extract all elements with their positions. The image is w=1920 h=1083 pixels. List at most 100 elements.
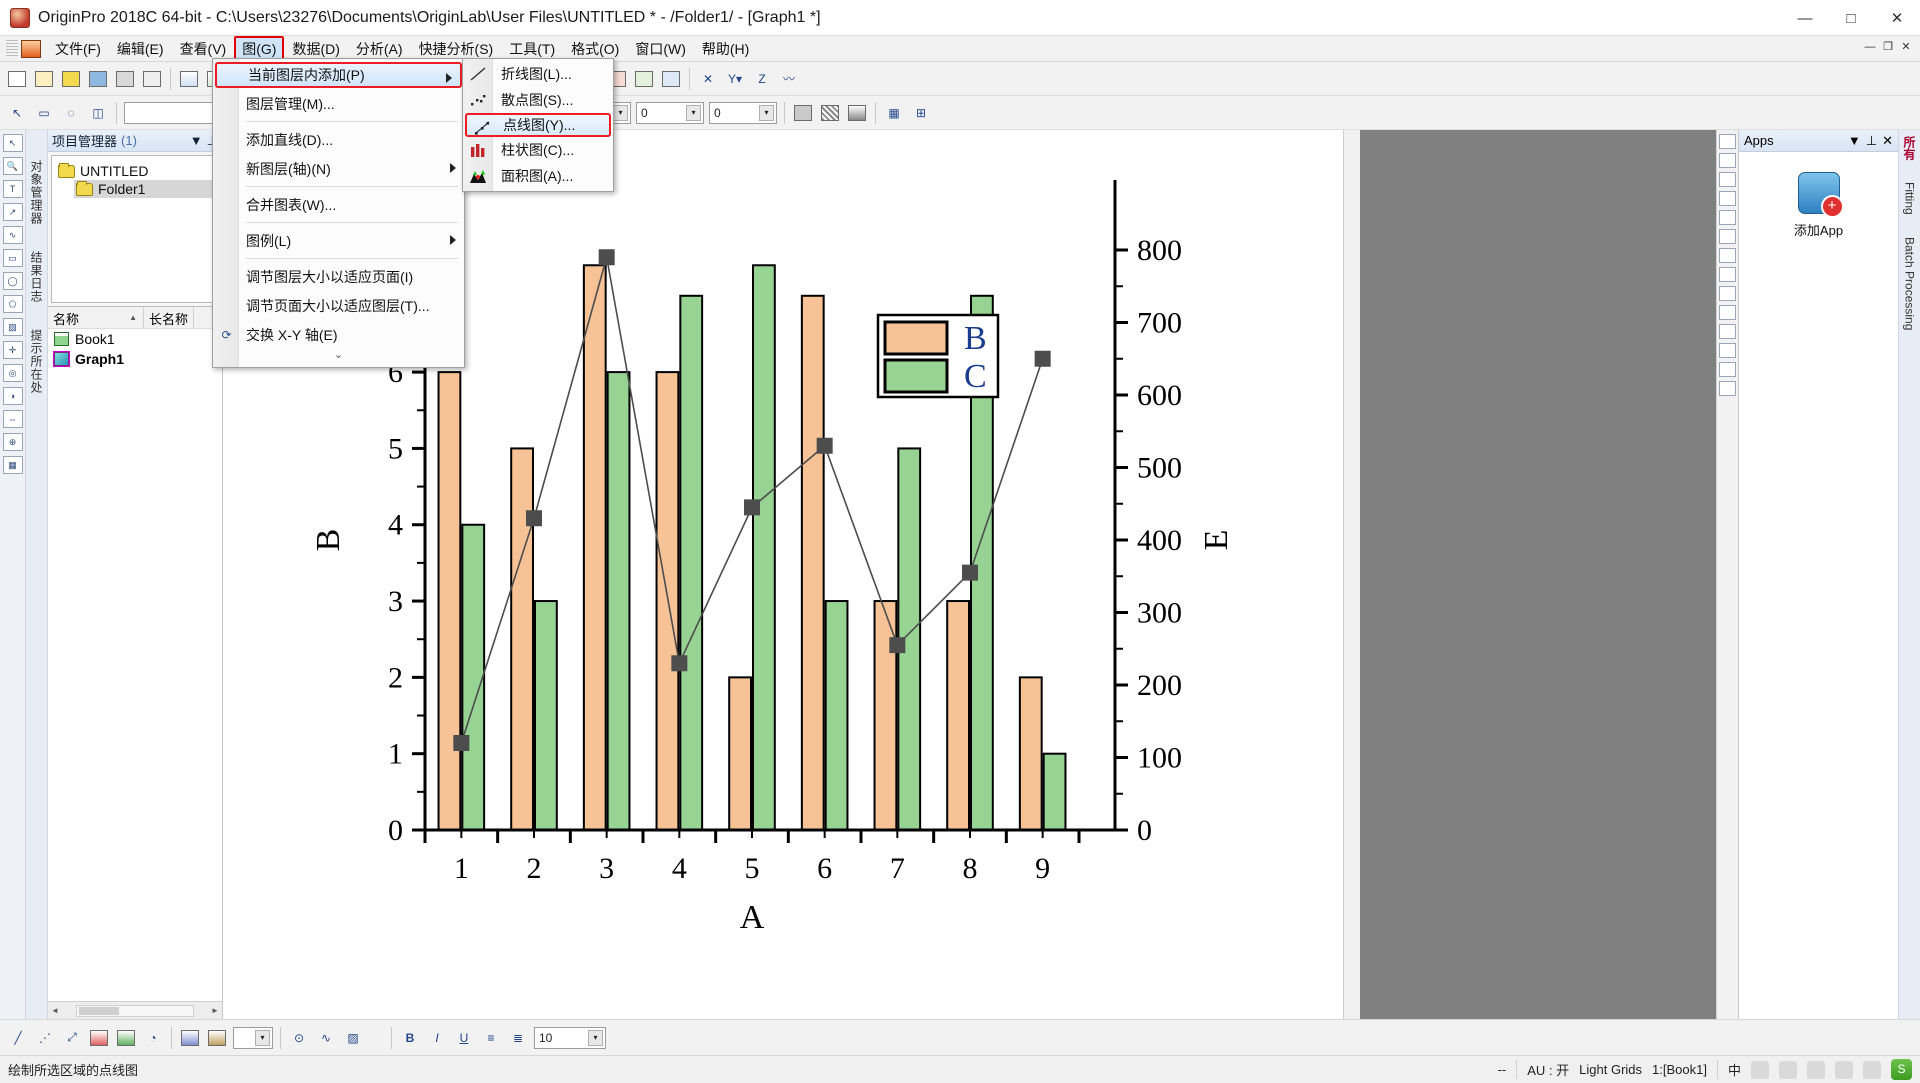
graph-menu-dropdown[interactable]: 当前图层内添加(P) 图层管理(M)... 添加直线(D)... 新图层(轴)(N) 合… (212, 58, 465, 368)
symbol-size-combo[interactable]: 0 ▾ (709, 101, 777, 124)
graph-vertical-scrollbar[interactable] (1343, 130, 1360, 1019)
pointer-tool-icon[interactable]: ↖ (4, 100, 30, 126)
line-symbol-tool-icon[interactable]: ⤢ (59, 1025, 85, 1051)
y-function-icon[interactable]: Y▾ (722, 66, 748, 92)
add-app-icon[interactable] (1797, 172, 1844, 218)
import-wizard-icon[interactable] (176, 66, 202, 92)
mask-icon[interactable]: ✕ (695, 66, 721, 92)
circle-rail-icon[interactable]: ◯ (2, 272, 23, 290)
underline-bottom-icon[interactable]: U (451, 1025, 477, 1051)
mask-point-icon[interactable]: ◌ (58, 100, 84, 126)
bold-bottom-icon[interactable]: B (397, 1025, 423, 1051)
apps-tab-all[interactable]: 所有 (1901, 136, 1918, 160)
swap-axis-icon[interactable] (1719, 229, 1736, 244)
menu-item-1[interactable]: 当前图层内添加(P) (215, 62, 462, 88)
scroll-thumb[interactable] (79, 1006, 119, 1015)
sogou-tray-icon[interactable]: S (1891, 1059, 1912, 1080)
menu-item-window[interactable]: 窗口(W) (627, 36, 694, 62)
dock-tab-hint[interactable]: 提示所在处 (28, 329, 45, 394)
scatter-tool-icon[interactable]: ⋰ (32, 1025, 58, 1051)
align-center-icon[interactable]: ≣ (505, 1025, 531, 1051)
line-tool-icon[interactable]: ╱ (5, 1025, 31, 1051)
text-rail-icon[interactable]: T (2, 180, 23, 198)
chevron-down-icon[interactable]: ▾ (255, 1029, 270, 1046)
export-graph-icon[interactable] (1719, 248, 1736, 263)
project-manager-hscrollbar[interactable]: ◄ ► (48, 1001, 222, 1019)
symbol-e-8[interactable] (962, 564, 978, 581)
scale-rail-icon[interactable]: ⇔ (2, 410, 23, 428)
bar-b-6[interactable] (800, 294, 825, 831)
menu-item-2[interactable]: 图层管理(M)... (213, 89, 464, 118)
pin-icon[interactable]: ⊥ (1866, 133, 1877, 149)
stack-tool-icon[interactable] (177, 1025, 203, 1051)
layer-combo[interactable]: ▾ (233, 1026, 273, 1049)
column-header-long-name[interactable]: 长名称 (144, 307, 195, 328)
new-legend-icon[interactable] (1719, 210, 1736, 225)
minimize-button[interactable]: — (1782, 0, 1828, 36)
chevron-down-icon[interactable]: ▾ (759, 104, 774, 121)
submenu-item-2[interactable]: 散点图(S)... (463, 87, 613, 113)
close-icon[interactable]: ✕ (1882, 133, 1893, 149)
symbol-e-7[interactable] (889, 637, 906, 654)
chevron-down-icon[interactable]: ▼ (1848, 133, 1861, 148)
y2-axis-title[interactable]: E (1198, 530, 1235, 551)
mdi-close-button[interactable]: ✕ (1898, 39, 1914, 55)
keyboard-tray-icon[interactable] (1751, 1060, 1769, 1079)
dock-tab-object-manager[interactable]: 对象管理器 (28, 160, 45, 225)
speed-mode-icon[interactable] (1719, 172, 1736, 187)
italic-bottom-icon[interactable]: I (424, 1025, 450, 1051)
zoom-out-icon[interactable] (1719, 362, 1736, 377)
gradient-icon[interactable] (844, 100, 870, 126)
menu-item-help[interactable]: 帮助(H) (694, 36, 757, 62)
volume-tray-icon[interactable] (1863, 1060, 1881, 1079)
clipboard-tray-icon[interactable] (1835, 1060, 1853, 1079)
bar-b-3[interactable] (582, 264, 607, 831)
add-layer-icon[interactable] (1719, 134, 1736, 149)
scale-in-icon[interactable] (1719, 286, 1736, 301)
menu-item-9[interactable]: ⟳ 交换 X-Y 轴(E) (213, 320, 464, 349)
add-plot-submenu[interactable]: 折线图(L)... 散点图(S)... 点线图(Y)... 柱状图(C)... 面积图(… (462, 58, 614, 192)
scroll-track[interactable] (76, 1004, 194, 1017)
mdi-minimize-button[interactable]: — (1862, 39, 1878, 55)
bar-b-8[interactable] (946, 600, 971, 832)
fit-page-icon[interactable] (1719, 381, 1736, 396)
project-list-body[interactable]: Book1 Graph1 (48, 328, 222, 1001)
tree-node-untitled[interactable]: UNTITLED (56, 162, 214, 180)
column-plot-toolbar-icon[interactable] (631, 66, 657, 92)
zoom-in-icon[interactable] (1719, 343, 1736, 358)
line-plot-toolbar-icon[interactable] (658, 66, 684, 92)
dock-tab-results-log[interactable]: 结果日志 (28, 251, 45, 303)
chevron-down-icon[interactable]: ▾ (686, 104, 701, 121)
symbol-e-1[interactable] (453, 735, 470, 751)
new-project-icon[interactable] (4, 66, 30, 92)
menu-item-7[interactable]: 调节图层大小以适应页面(I) (213, 262, 464, 291)
bar-c-2[interactable] (534, 600, 558, 832)
align-left-icon[interactable]: ≡ (478, 1025, 504, 1051)
x-axis-title[interactable]: A (740, 899, 765, 936)
menu-item-3[interactable]: 添加直线(D)... (213, 125, 464, 154)
column-tool-icon[interactable] (86, 1025, 112, 1051)
bar-c-1[interactable] (461, 523, 486, 831)
scroll-right-icon[interactable]: ► (208, 1006, 222, 1015)
rescale-layer-icon[interactable] (1719, 191, 1736, 206)
menu-item-6[interactable]: 图例(L) (213, 226, 464, 255)
symbol-e-3[interactable] (598, 249, 615, 266)
regional-mask-icon[interactable]: ◫ (85, 100, 111, 126)
wire-icon[interactable]: 〰 (776, 66, 802, 92)
bar-c-9[interactable] (1042, 752, 1067, 831)
save-project-icon[interactable] (85, 66, 111, 92)
bar-b-2[interactable] (510, 447, 535, 831)
bar-b-5[interactable] (728, 676, 753, 831)
layer-arrange-icon[interactable] (1719, 153, 1736, 168)
rect-rail-icon[interactable]: ▭ (2, 249, 23, 267)
list-item-graph1[interactable]: Graph1 (48, 349, 222, 369)
group-tool-icon[interactable] (204, 1025, 230, 1051)
apps-tab-batch-processing[interactable]: Batch Processing (1903, 237, 1917, 330)
apps-tab-fitting[interactable]: Fitting (1903, 182, 1917, 215)
open-project-icon[interactable] (58, 66, 84, 92)
mask-rail-icon[interactable]: ◑ (2, 387, 23, 405)
line-width-combo[interactable]: 0 ▾ (636, 101, 704, 124)
settings-tray-icon[interactable] (1807, 1060, 1825, 1079)
area-tool-icon[interactable] (113, 1025, 139, 1051)
grid-icon[interactable]: ▦ (881, 100, 907, 126)
